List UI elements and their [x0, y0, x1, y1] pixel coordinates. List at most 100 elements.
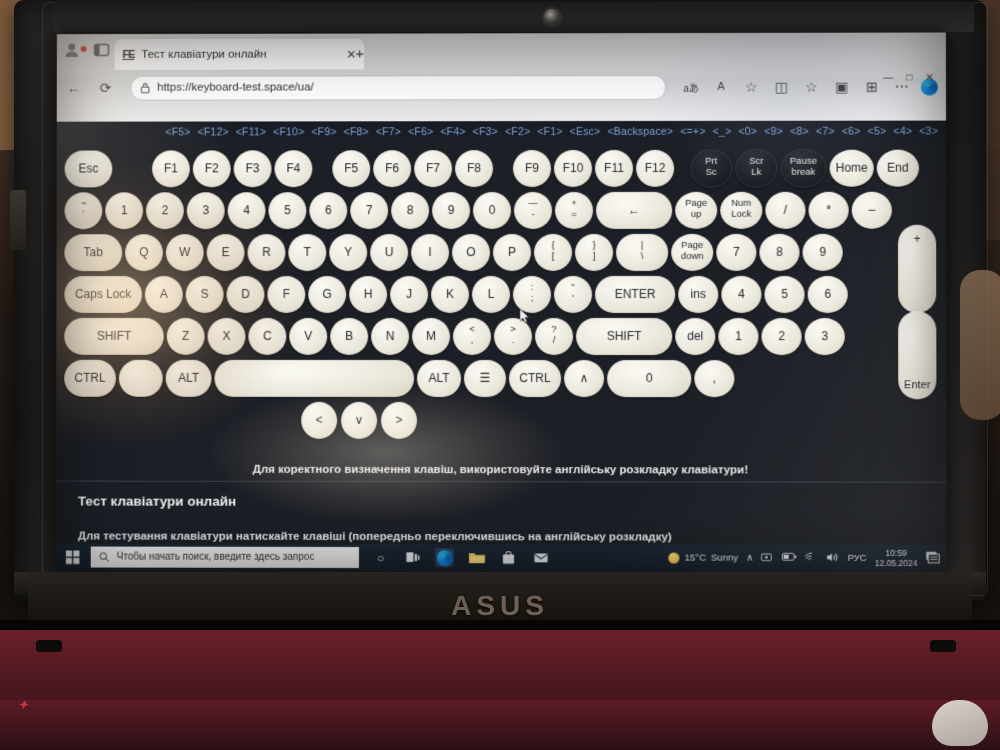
- cortana-icon[interactable]: ○: [371, 548, 390, 567]
- key-blank[interactable]: | \: [616, 233, 669, 271]
- key-y[interactable]: Y: [329, 233, 368, 271]
- key-5[interactable]: 5: [268, 191, 307, 229]
- address-bar[interactable]: https://keyboard-test.space/ua/: [130, 74, 667, 101]
- key-f12[interactable]: F12: [636, 149, 675, 187]
- maximize-button[interactable]: □: [906, 73, 912, 84]
- key-u[interactable]: U: [370, 233, 409, 271]
- key-scr-lk[interactable]: Scr Lk: [735, 148, 778, 188]
- key-s[interactable]: S: [185, 275, 224, 313]
- key-caps-lock[interactable]: Caps Lock: [64, 275, 142, 313]
- key-m[interactable]: M: [412, 317, 451, 355]
- key-7[interactable]: 7: [350, 191, 389, 229]
- minimize-button[interactable]: —: [883, 73, 893, 84]
- key-blank[interactable]: ? /: [535, 317, 574, 355]
- browser-tab[interactable]: FE Тест клавіатури онлайн ✕: [114, 38, 365, 70]
- key-page-down[interactable]: Page down: [671, 233, 714, 271]
- mail-icon[interactable]: [531, 548, 550, 567]
- key-blank[interactable]: /: [765, 191, 806, 229]
- key-blank[interactable]: >.: [493, 317, 533, 355]
- key-0[interactable]: 0: [607, 359, 692, 397]
- key-arrow-right[interactable]: >: [381, 401, 418, 439]
- key-8[interactable]: 8: [759, 233, 800, 271]
- battery-icon[interactable]: [782, 552, 797, 565]
- new-tab-button[interactable]: +: [355, 46, 364, 63]
- key-4[interactable]: 4: [227, 191, 266, 229]
- key-6[interactable]: 6: [807, 275, 848, 313]
- file-explorer-icon[interactable]: [467, 548, 486, 567]
- taskbar-search-box[interactable]: Чтобы начать поиск, введите здесь запрос: [90, 546, 359, 569]
- key-page-up[interactable]: Page up: [675, 191, 718, 229]
- key-1[interactable]: 1: [718, 317, 759, 355]
- key-f10[interactable]: F10: [553, 149, 593, 187]
- key-q[interactable]: Q: [125, 233, 163, 271]
- key-arrow-down[interactable]: ∨: [341, 401, 378, 439]
- close-window-button[interactable]: ✕: [925, 73, 933, 84]
- key-tab[interactable]: Tab: [64, 233, 123, 271]
- key-9[interactable]: 9: [802, 233, 843, 271]
- key-numpad-enter[interactable]: Enter: [898, 311, 937, 400]
- key-b[interactable]: B: [330, 317, 369, 355]
- onedrive-icon[interactable]: [761, 551, 774, 565]
- key-n[interactable]: N: [371, 317, 410, 355]
- split-screen-icon[interactable]: ◫: [770, 76, 792, 98]
- key-ins[interactable]: ins: [678, 275, 719, 313]
- key-r[interactable]: R: [247, 233, 286, 271]
- key-blank[interactable]: + =: [555, 191, 594, 229]
- key-blank[interactable]: ~ `: [64, 191, 103, 229]
- key-ctrl[interactable]: CTRL: [64, 359, 116, 397]
- key-f7[interactable]: F7: [414, 149, 453, 187]
- key-blank[interactable]: " ': [554, 275, 593, 313]
- microsoft-store-icon[interactable]: [499, 548, 518, 567]
- weather-widget[interactable]: 15°C Sunny: [668, 552, 738, 564]
- start-button[interactable]: [56, 543, 90, 570]
- key-blank[interactable]: ∧: [564, 359, 605, 397]
- key-h[interactable]: H: [349, 275, 388, 313]
- key-num-lock[interactable]: Num Lock: [720, 191, 763, 229]
- key-0[interactable]: 0: [473, 191, 512, 229]
- key-end[interactable]: End: [876, 149, 920, 187]
- key-f3[interactable]: F3: [233, 149, 272, 187]
- tab-actions-icon[interactable]: [93, 41, 111, 59]
- key-f9[interactable]: F9: [513, 149, 551, 187]
- key-g[interactable]: G: [308, 275, 347, 313]
- key-t[interactable]: T: [288, 233, 327, 271]
- key-f1[interactable]: F1: [152, 149, 190, 187]
- key-blank[interactable]: :;: [513, 275, 552, 313]
- language-indicator[interactable]: РУС: [848, 553, 867, 564]
- key-f11[interactable]: F11: [595, 149, 634, 187]
- key-f6[interactable]: F6: [373, 149, 412, 187]
- key-blank[interactable]: ,: [694, 359, 735, 397]
- volume-icon[interactable]: [826, 551, 839, 565]
- key-5[interactable]: 5: [764, 275, 805, 313]
- task-view-icon[interactable]: [403, 548, 422, 567]
- key-blank[interactable]: <,: [453, 317, 491, 355]
- read-aloud-icon[interactable]: aあ: [680, 76, 702, 98]
- key-c[interactable]: C: [248, 317, 287, 355]
- key-blank[interactable]: — -: [514, 191, 553, 229]
- profile-avatar-icon[interactable]: [63, 41, 87, 59]
- collections-icon[interactable]: ▣: [830, 76, 852, 98]
- key-numpad-plus[interactable]: +: [897, 224, 937, 314]
- key-e[interactable]: E: [206, 233, 245, 271]
- key-f4[interactable]: F4: [274, 149, 313, 187]
- key-f5[interactable]: F5: [332, 149, 371, 187]
- key-shift[interactable]: SHIFT: [576, 317, 673, 355]
- key-blank[interactable]: *: [808, 191, 849, 229]
- key-home[interactable]: Home: [829, 149, 874, 187]
- key-8[interactable]: 8: [391, 191, 430, 229]
- key-f[interactable]: F: [267, 275, 306, 313]
- key-esc[interactable]: Esc: [64, 150, 113, 187]
- key-x[interactable]: X: [207, 317, 246, 355]
- key-9[interactable]: 9: [432, 191, 471, 229]
- key-z[interactable]: Z: [166, 317, 205, 355]
- key-f2[interactable]: F2: [192, 149, 231, 187]
- key-a[interactable]: A: [144, 275, 183, 313]
- favorites-bar-icon[interactable]: ☆: [800, 76, 822, 98]
- show-hidden-icons-chevron-icon[interactable]: ∧: [746, 553, 753, 564]
- key-4[interactable]: 4: [721, 275, 762, 313]
- edge-browser-icon[interactable]: [434, 548, 454, 568]
- key-alt[interactable]: ALT: [165, 359, 212, 397]
- key-w[interactable]: W: [165, 233, 204, 271]
- key-1[interactable]: 1: [105, 191, 144, 229]
- key-d[interactable]: D: [226, 275, 265, 313]
